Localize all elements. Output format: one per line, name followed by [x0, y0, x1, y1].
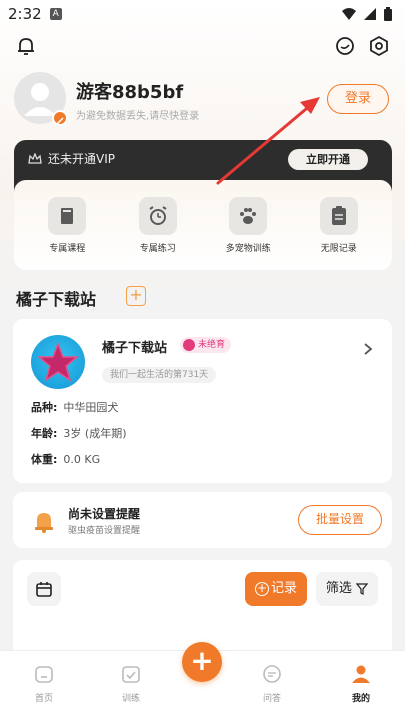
perk-unlimited-records[interactable]: 无限记录 — [299, 196, 379, 254]
pet-breed-key: 品种: — [31, 401, 58, 414]
record-label: 记录 — [270, 581, 297, 596]
perk-label: 多宠物训练 — [225, 243, 271, 254]
nav-label: 我的 — [351, 694, 370, 704]
paw-icon — [229, 196, 268, 235]
pet-name: 橘子下载站 — [102, 341, 168, 356]
nav-label: 首页 — [34, 694, 53, 704]
perk-exercises[interactable]: 专属练习 — [118, 196, 198, 254]
reminder-title: 尚未设置提醒 — [68, 507, 141, 521]
batch-setting-button[interactable]: 批量设置 — [298, 505, 382, 535]
pet-breed-value: 中华田园犬 — [63, 401, 119, 414]
pet-card[interactable]: 橘子下载站 未绝育 我们一起生活的第731天 品种: 中华田园犬 年龄: 3岁 (成… — [13, 319, 392, 483]
filter-button[interactable]: 筛选 — [316, 572, 378, 606]
status-indicators — [341, 6, 393, 22]
bell-icon[interactable] — [14, 34, 38, 58]
add-record-button[interactable]: + 记录 — [245, 572, 307, 606]
plus-icon: + — [129, 285, 143, 304]
vip-perks: 专属课程 专属练习 多宠物训练 无限记录 — [14, 180, 392, 270]
clipboard-icon — [319, 196, 358, 235]
open-vip-button[interactable]: 立即开通 — [288, 149, 368, 170]
vip-status: 还未开通VIP — [28, 150, 115, 167]
star-logo-icon — [36, 341, 80, 382]
pet-weight-row: 体重: 0.0 KG — [31, 451, 100, 467]
top-toolbar — [0, 34, 405, 58]
pet-weight-key: 体重: — [31, 453, 58, 466]
filter-label: 筛选 — [325, 581, 352, 596]
nav-mine[interactable]: 我的 — [331, 663, 391, 704]
message-icon[interactable] — [333, 34, 357, 58]
perk-multi-pet[interactable]: 多宠物训练 — [208, 196, 288, 254]
add-fab-button[interactable]: + — [182, 642, 222, 682]
calendar-icon — [36, 582, 52, 597]
vip-status-label: 还未开通VIP — [48, 152, 115, 166]
book-icon — [48, 196, 87, 235]
perk-label: 专属练习 — [139, 243, 176, 254]
pet-age-value: 3岁 (成年期) — [63, 427, 127, 440]
nav-label: 训练 — [121, 694, 140, 704]
chat-icon — [263, 665, 281, 683]
neuter-status-label: 未绝育 — [198, 340, 226, 350]
calendar-button[interactable] — [27, 572, 61, 606]
plus-circle-icon: + — [254, 580, 269, 596]
signal-icon — [364, 8, 376, 20]
battery-icon — [384, 6, 392, 21]
perk-label: 无限记录 — [320, 243, 357, 254]
status-bar: 2:32 A — [0, 0, 405, 28]
chevron-right-icon[interactable] — [362, 341, 374, 360]
days-together: 我们一起生活的第731天 — [102, 367, 217, 383]
pets-section-title: 橘子下载站 — [16, 290, 97, 309]
add-pet-button[interactable]: + — [126, 286, 146, 306]
reminder-subtitle: 驱虫疫苗设置提醒 — [68, 526, 141, 536]
person-icon — [352, 665, 370, 683]
username: 游客88b5bf — [76, 82, 184, 103]
pet-weight-value: 0.0 KG — [63, 453, 101, 466]
funnel-icon — [355, 582, 369, 595]
profile-section: 游客88b5bf 为避免数据丢失,请尽快登录 登录 — [14, 72, 391, 128]
edit-avatar-icon[interactable] — [52, 110, 68, 126]
pet-age-row: 年龄: 3岁 (成年期) — [31, 425, 126, 441]
reminder-card: 尚未设置提醒 驱虫疫苗设置提醒 批量设置 — [13, 492, 392, 548]
crown-icon — [28, 152, 42, 164]
neuter-status-badge: 未绝育 — [180, 337, 232, 353]
wifi-icon — [342, 8, 356, 20]
vip-card: 还未开通VIP 立即开通 专属课程 专属练习 多宠物训练 无限记录 — [14, 140, 392, 270]
notification-badge-icon: A — [49, 8, 62, 20]
perk-label: 专属课程 — [49, 243, 86, 254]
nav-training[interactable]: 训练 — [101, 663, 161, 704]
login-hint: 为避免数据丢失,请尽快登录 — [76, 111, 200, 122]
alarm-clock-icon — [138, 196, 177, 235]
gender-icon — [183, 339, 195, 351]
perk-courses[interactable]: 专属课程 — [27, 196, 107, 254]
nav-label: 问答 — [262, 694, 281, 704]
home-icon — [35, 666, 53, 683]
settings-icon[interactable] — [367, 34, 391, 58]
pet-avatar — [31, 335, 85, 389]
status-time: 2:32 — [8, 5, 42, 23]
pet-age-key: 年龄: — [31, 427, 58, 440]
bell-ringing-icon — [31, 508, 57, 538]
training-icon — [122, 666, 140, 683]
login-button[interactable]: 登录 — [327, 84, 389, 114]
nav-qa[interactable]: 问答 — [242, 663, 302, 704]
nav-home[interactable]: 首页 — [14, 663, 74, 704]
pet-breed-row: 品种: 中华田园犬 — [31, 399, 118, 415]
